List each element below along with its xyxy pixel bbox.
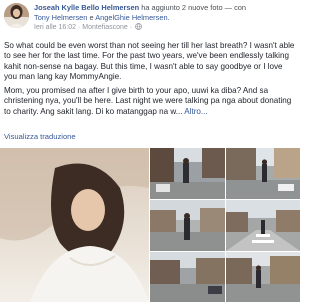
conjunction-text: e bbox=[89, 13, 94, 22]
photo-street-5[interactable] bbox=[150, 252, 225, 302]
post-meta: Ieri alle 16:02 · Montefiascone · bbox=[34, 23, 298, 34]
meta-separator: · bbox=[77, 24, 81, 31]
post-body: So what could be even worst than not see… bbox=[4, 41, 296, 121]
photo-portrait[interactable] bbox=[0, 148, 149, 302]
post-header: Joseah Kylle Bello Helmersen ha aggiunto… bbox=[4, 3, 296, 39]
location[interactable]: Montefiascone bbox=[82, 24, 128, 31]
post-paragraph-2-text: Mom, you promised na after I give birth … bbox=[4, 86, 292, 116]
timestamp[interactable]: Ieri alle 16:02 bbox=[34, 24, 76, 31]
see-more-link[interactable]: Altro... bbox=[184, 107, 207, 116]
action-text: ha aggiunto 2 nuove foto bbox=[141, 3, 223, 12]
photo-street-6[interactable] bbox=[226, 252, 300, 302]
photo-street-2[interactable] bbox=[226, 148, 300, 199]
photo-grid bbox=[0, 148, 300, 302]
see-translation-link[interactable]: Visualizza traduzione bbox=[4, 132, 76, 141]
meta-separator-2: · bbox=[129, 24, 133, 31]
facebook-post: Joseah Kylle Bello Helmersen ha aggiunto… bbox=[0, 0, 300, 302]
tagged-person-2[interactable]: AngelGhie Helmersen. bbox=[95, 13, 169, 22]
photo-street-1[interactable] bbox=[150, 148, 225, 199]
avatar[interactable] bbox=[4, 3, 29, 28]
author-name[interactable]: Joseah Kylle Bello Helmersen bbox=[34, 3, 139, 12]
with-text: — con bbox=[224, 3, 247, 12]
globe-icon bbox=[135, 23, 142, 34]
tagged-person-1[interactable]: Tony Helmersen bbox=[34, 13, 87, 22]
photo-street-3[interactable] bbox=[150, 200, 225, 251]
header-text: Joseah Kylle Bello Helmersen ha aggiunto… bbox=[34, 3, 298, 34]
post-paragraph-1: So what could be even worst than not see… bbox=[4, 41, 295, 81]
post-paragraph-2: Mom, you promised na after I give birth … bbox=[4, 86, 296, 117]
photo-street-4[interactable] bbox=[226, 200, 300, 251]
